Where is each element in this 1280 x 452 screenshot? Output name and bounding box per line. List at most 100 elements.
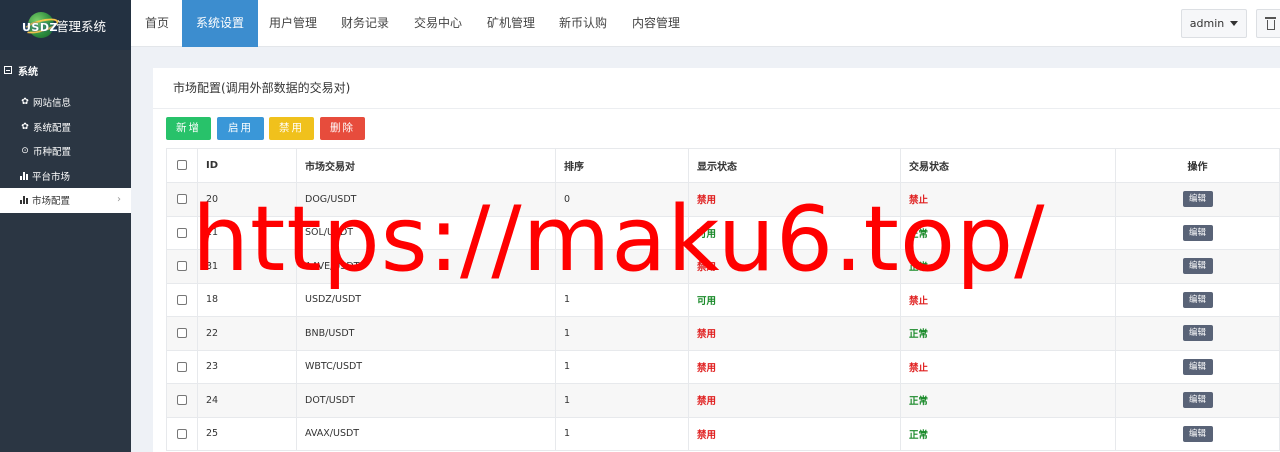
row-checkbox[interactable] [177, 428, 187, 439]
cell-pair: DOG/USDT [296, 182, 556, 217]
edit-button[interactable]: 编辑 [1182, 291, 1213, 308]
sidebar-item-label: 平台市场 [32, 171, 71, 183]
row-checkbox[interactable] [177, 261, 187, 272]
row-checkbox[interactable] [177, 328, 187, 339]
cell-actions: 编辑 [1115, 182, 1280, 217]
table-row[interactable]: 18 USDZ/USDT 1 可用 禁止 编辑 [166, 283, 1280, 317]
tab-miner-management[interactable]: 矿机管理 [473, 0, 549, 47]
row-checkbox[interactable] [177, 395, 187, 406]
table-row[interactable]: 23 WBTC/USDT 1 禁用 禁止 编辑 [166, 350, 1280, 384]
cell-show-status: 禁用 [688, 417, 901, 451]
cell-id: 21 [197, 216, 297, 250]
table-header-row: ID 市场交易对 排序 显示状态 交易状态 操作 [166, 148, 1280, 183]
cell-sort: 1 [555, 383, 689, 418]
tab-content-management[interactable]: 内容管理 [618, 0, 694, 47]
sidebar-item-label: 币种配置 [33, 147, 72, 159]
cell-actions: 编辑 [1115, 316, 1280, 351]
sidebar-group-system[interactable]: 系统 [0, 50, 131, 90]
edit-button[interactable]: 编辑 [1182, 258, 1213, 275]
cell-pair: AVAX/USDT [296, 417, 556, 451]
edit-button[interactable]: 编辑 [1182, 392, 1213, 409]
sidebar-item-site-info[interactable]: ✿ 网站信息 [0, 90, 131, 115]
edit-button[interactable]: 编辑 [1182, 358, 1213, 375]
tab-finance-records[interactable]: 财务记录 [327, 0, 403, 47]
cell-pair: SOL/USDT [296, 216, 556, 250]
sidebar-item-coin-config[interactable]: ⊙ 币种配置 [0, 139, 131, 164]
cell-sort: 1 [555, 249, 689, 284]
divider [153, 108, 1280, 109]
table-row[interactable]: 31 AAVE/USDT 1 禁用 正常 编辑 [166, 249, 1280, 284]
table-row[interactable]: 24 DOT/USDT 1 禁用 正常 编辑 [166, 383, 1280, 418]
enable-button[interactable]: 启用 [217, 117, 264, 140]
table-row[interactable]: 20 DOG/USDT 0 禁用 禁止 编辑 [166, 182, 1280, 217]
caret-down-icon [1230, 21, 1239, 26]
cell-actions: 编辑 [1115, 350, 1280, 384]
sidebar-item-market-config[interactable]: 市场配置 › [0, 188, 131, 213]
tab-new-coin-subscription[interactable]: 新币认购 [545, 0, 621, 47]
cell-show-status: 可用 [688, 283, 901, 317]
bar-chart-icon [20, 171, 28, 180]
cell-show-status: 禁用 [688, 182, 901, 217]
logo[interactable]: USDZ 管理系统 [0, 0, 131, 50]
select-all-cell [166, 148, 198, 183]
edit-button[interactable]: 编辑 [1182, 224, 1213, 241]
sidebar-item-system-config[interactable]: ✿ 系统配置 [0, 115, 131, 140]
cell-show-status: 可用 [688, 216, 901, 250]
cell-actions: 编辑 [1115, 216, 1280, 250]
cell-sort: 1 [555, 316, 689, 351]
select-all-checkbox[interactable] [177, 160, 187, 170]
row-select-cell [166, 350, 198, 384]
logo-title: 管理系统 [56, 18, 107, 34]
bar-chart-icon [20, 196, 28, 205]
header-id[interactable]: ID [197, 148, 297, 183]
row-select-cell [166, 383, 198, 418]
tab-system-settings[interactable]: 系统设置 [182, 0, 259, 47]
edit-button[interactable]: 编辑 [1182, 425, 1213, 442]
row-checkbox[interactable] [177, 294, 187, 305]
add-button[interactable]: 新增 [166, 117, 211, 140]
cell-pair: USDZ/USDT [296, 283, 556, 317]
cell-trade-status: 禁止 [900, 182, 1116, 217]
cell-actions: 编辑 [1115, 417, 1280, 451]
disable-button[interactable]: 禁用 [269, 117, 314, 140]
chevron-right-icon: › [117, 194, 121, 205]
cell-trade-status: 正常 [900, 249, 1116, 284]
edit-button[interactable]: 编辑 [1182, 325, 1213, 342]
cell-sort: 1 [555, 417, 689, 451]
logo-globe-icon: USDZ [22, 8, 60, 42]
cell-id: 31 [197, 249, 297, 284]
row-checkbox[interactable] [177, 194, 187, 205]
cell-trade-status: 禁止 [900, 350, 1116, 384]
gear-icon: ✿ [21, 121, 29, 132]
row-select-cell [166, 316, 198, 351]
table-row[interactable]: 21 SOL/USDT 0 可用 正常 编辑 [166, 216, 1280, 250]
row-checkbox[interactable] [177, 361, 187, 372]
tab-home[interactable]: 首页 [131, 0, 183, 47]
collapse-icon [4, 66, 12, 74]
row-checkbox[interactable] [177, 227, 187, 238]
user-menu-button[interactable]: admin [1181, 9, 1247, 38]
table-row[interactable]: 25 AVAX/USDT 1 禁用 正常 编辑 [166, 417, 1280, 451]
clear-cache-button[interactable] [1256, 9, 1280, 38]
cell-trade-status: 正常 [900, 383, 1116, 418]
cell-trade-status: 正常 [900, 216, 1116, 250]
cell-actions: 编辑 [1115, 249, 1280, 284]
cell-show-status: 禁用 [688, 350, 901, 384]
tab-user-management[interactable]: 用户管理 [255, 0, 331, 47]
sidebar-item-platform-market[interactable]: 平台市场 [0, 164, 131, 189]
row-select-cell [166, 249, 198, 284]
table-row[interactable]: 22 BNB/USDT 1 禁用 正常 编辑 [166, 316, 1280, 351]
sidebar: USDZ 管理系统 系统 ✿ 网站信息 ✿ 系统配置 ⊙ 币种配置 平台市场 市… [0, 0, 131, 452]
market-table: ID 市场交易对 排序 显示状态 交易状态 操作 20 DOG/USDT 0 禁用 禁止… [166, 148, 1280, 451]
edit-button[interactable]: 编辑 [1182, 191, 1213, 208]
cell-sort: 1 [555, 283, 689, 317]
row-select-cell [166, 283, 198, 317]
circle-dot-icon: ⊙ [21, 146, 29, 157]
delete-button[interactable]: 删除 [320, 117, 365, 140]
row-select-cell [166, 417, 198, 451]
logo-mark-text: USDZ [22, 21, 58, 34]
cell-id: 23 [197, 350, 297, 384]
cell-trade-status: 正常 [900, 316, 1116, 351]
tab-trading-center[interactable]: 交易中心 [400, 0, 476, 47]
row-select-cell [166, 182, 198, 217]
